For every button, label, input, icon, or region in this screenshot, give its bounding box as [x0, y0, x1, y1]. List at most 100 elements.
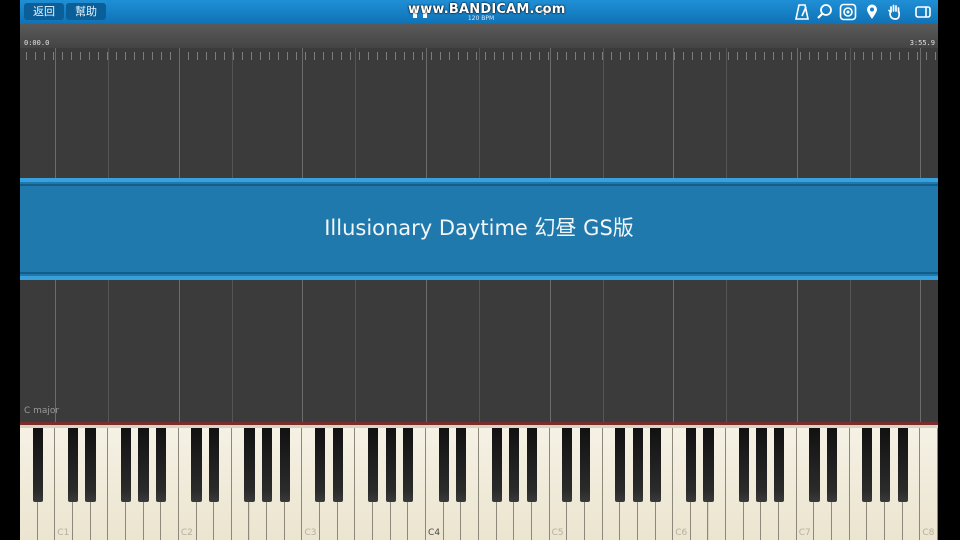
black-key[interactable] [650, 428, 661, 502]
timeline-tick [575, 52, 576, 60]
timeline-tick [260, 52, 261, 60]
metronome-icon[interactable] [793, 3, 811, 21]
timeline-tick [143, 52, 144, 60]
timeline-tick [413, 52, 414, 60]
banner-stripe [20, 178, 938, 182]
black-key[interactable] [85, 428, 96, 502]
black-key[interactable] [509, 428, 520, 502]
black-key[interactable] [314, 428, 326, 502]
search-icon[interactable] [816, 3, 834, 21]
black-key[interactable] [156, 428, 167, 502]
timeline-tick [782, 52, 783, 60]
timeline-tick [134, 52, 135, 60]
location-icon[interactable] [863, 3, 881, 21]
black-key[interactable] [579, 428, 591, 502]
timeline-scrubber[interactable]: 0:00.0 3:55.9 [20, 24, 938, 60]
window-icon[interactable] [914, 3, 932, 21]
black-key[interactable] [879, 428, 891, 502]
black-key[interactable] [526, 428, 538, 502]
black-key[interactable] [897, 428, 908, 502]
black-key[interactable] [209, 428, 220, 502]
timeline-tick [161, 52, 162, 60]
timeline-tick [62, 52, 63, 60]
timeline-tick [485, 52, 486, 60]
timeline-tick [854, 52, 855, 60]
black-key[interactable] [632, 428, 643, 502]
black-key[interactable] [385, 428, 396, 502]
timeline-tick [512, 52, 513, 60]
black-key[interactable] [738, 428, 749, 502]
timeline-tick [521, 52, 522, 60]
timeline-tick [890, 52, 891, 60]
settings-icon[interactable] [839, 3, 857, 21]
black-key[interactable] [120, 428, 132, 502]
black-key[interactable] [562, 428, 573, 502]
timeline-tick [530, 52, 531, 60]
timeline-tick [845, 52, 846, 60]
octave-label: C6 [675, 528, 688, 538]
black-key[interactable] [685, 428, 696, 502]
hand-icon[interactable] [886, 3, 904, 21]
black-key[interactable] [615, 428, 626, 502]
timeline-tick [494, 52, 495, 60]
timeline-tick [404, 52, 405, 60]
timeline-tick [593, 52, 594, 60]
timeline-tick [323, 52, 324, 60]
timeline-tick [332, 52, 333, 60]
timeline-tick [350, 52, 351, 60]
black-key[interactable] [438, 428, 449, 502]
timeline-tick [80, 52, 81, 60]
black-key[interactable] [191, 428, 202, 502]
timeline-tick [728, 52, 729, 60]
timeline-tick [125, 52, 126, 60]
black-key[interactable] [773, 428, 785, 502]
timeline-tick [197, 52, 198, 60]
timeline-tick [926, 52, 927, 60]
timeline-tick [431, 52, 432, 60]
black-key[interactable] [332, 428, 343, 502]
black-key[interactable] [403, 428, 414, 502]
timeline-tick [206, 52, 207, 60]
timeline-tick [539, 52, 540, 60]
timeline-tick [458, 52, 459, 60]
octave-label: C8 [922, 528, 935, 538]
banner-stripe [20, 272, 938, 274]
timeline-tick [818, 52, 819, 60]
piano-keyboard: C1 C2 C3 C4 C5 C6 C7 C8 [20, 422, 938, 540]
white-key[interactable] [920, 428, 938, 540]
timeline-tick [665, 52, 666, 60]
timeline-tick [908, 52, 909, 60]
timeline-tick [566, 52, 567, 60]
tempo-readout[interactable]: 120 BPM [408, 15, 554, 22]
timeline-tick [584, 52, 585, 60]
timeline-tick [638, 52, 639, 60]
black-key[interactable] [491, 428, 502, 502]
back-button[interactable]: 返回 [24, 3, 64, 20]
black-key[interactable] [244, 428, 255, 502]
black-key[interactable] [279, 428, 290, 502]
timeline-tick [467, 52, 468, 60]
timeline-tick [98, 52, 99, 60]
black-key[interactable] [262, 428, 273, 502]
timeline-tick [314, 52, 315, 60]
black-key[interactable] [703, 428, 714, 502]
black-key[interactable] [138, 428, 149, 502]
timeline-tick [305, 52, 306, 60]
black-key[interactable] [756, 428, 767, 502]
black-key[interactable] [67, 428, 79, 502]
black-key[interactable] [32, 428, 43, 502]
synthesia-window: 返回 幫助 ❚❚ ✛ www.BANDICAM.com 120 BPM 0:00… [20, 0, 938, 540]
help-button[interactable]: 幫助 [66, 3, 106, 20]
black-key[interactable] [456, 428, 467, 502]
black-key[interactable] [826, 428, 838, 502]
timeline-tick [35, 52, 36, 60]
timeline-tick [269, 52, 270, 60]
timeline-tick [791, 52, 792, 60]
black-key[interactable] [809, 428, 820, 502]
black-key[interactable] [367, 428, 379, 502]
song-title: Illusionary Daytime 幻昼 GS版 [324, 216, 634, 240]
timeline-tick [359, 52, 360, 60]
timeline-tick [800, 52, 801, 60]
timeline-tick [620, 52, 621, 60]
black-key[interactable] [862, 428, 873, 502]
